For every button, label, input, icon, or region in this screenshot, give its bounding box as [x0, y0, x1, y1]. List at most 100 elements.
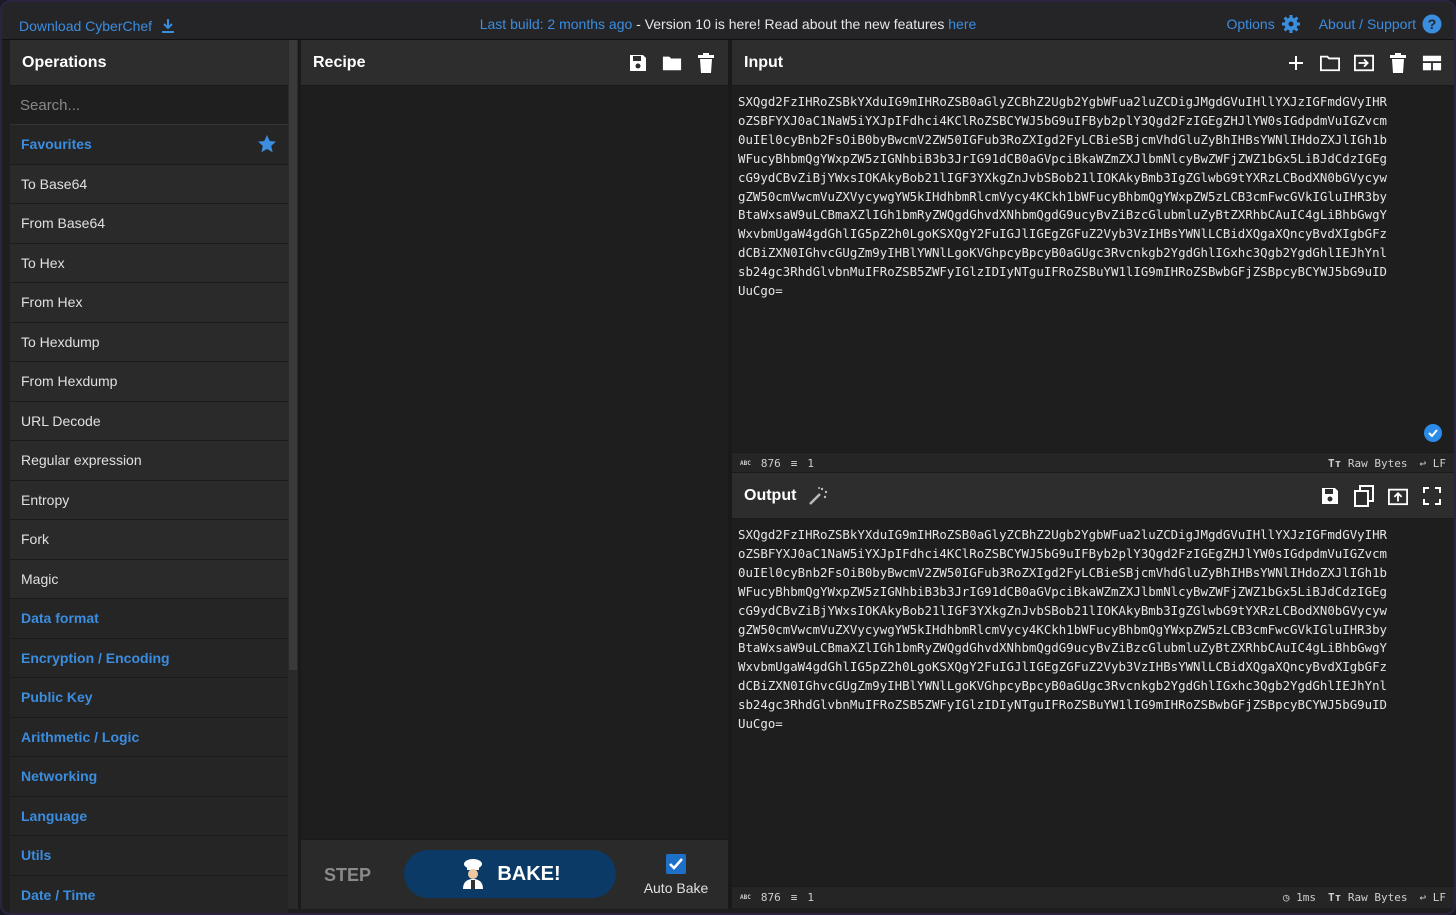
help-icon[interactable]: ? — [1422, 14, 1442, 34]
auto-bake-checkbox[interactable] — [666, 854, 686, 874]
input-eol[interactable]: LF — [1433, 457, 1446, 470]
svg-text:?: ? — [1428, 16, 1437, 32]
fullscreen-icon[interactable] — [1422, 486, 1442, 506]
operation-item[interactable]: Magic — [10, 559, 288, 599]
output-time: 1ms — [1296, 891, 1317, 904]
operation-item[interactable]: To Hex — [10, 243, 288, 283]
input-status-bar: ABC 876 ≡ 1 Tт Raw Bytes ↩ LF — [732, 452, 1454, 474]
features-link[interactable]: here — [948, 16, 976, 32]
text-line: sb24gc3RhdGlvbnMuIFRoZSB5ZWFyIGlzIDIyNTg… — [738, 264, 1388, 280]
encoding-selector[interactable]: Tт Raw Bytes — [1328, 891, 1407, 904]
category-item[interactable]: Encryption / Encoding — [10, 638, 288, 678]
item-label[interactable]: Regular expression — [21, 452, 142, 468]
output-title: Output — [744, 486, 797, 504]
item-label[interactable]: URL Decode — [21, 413, 101, 429]
about-label[interactable]: About / Support — [1319, 16, 1416, 32]
star-icon[interactable] — [257, 134, 277, 154]
bake-label[interactable]: BAKE! — [497, 863, 560, 886]
item-label[interactable]: From Hex — [21, 294, 82, 310]
scrollbar-thumb[interactable] — [289, 40, 297, 670]
search-box[interactable] — [10, 86, 288, 125]
eol-selector[interactable]: ↩ LF — [1420, 891, 1447, 904]
auto-bake-toggle[interactable]: Auto Bake — [641, 854, 711, 896]
options-button[interactable]: Options — [1226, 14, 1300, 34]
category-item[interactable]: Date / Time — [10, 875, 288, 913]
item-label[interactable]: Date / Time — [21, 887, 95, 903]
operation-item[interactable]: From Hex — [10, 283, 288, 323]
auto-bake-label: Auto Bake — [643, 880, 709, 896]
open-input-icon[interactable] — [1354, 53, 1374, 73]
operation-item[interactable]: To Hexdump — [10, 322, 288, 362]
return-icon: ↩ — [1419, 891, 1427, 904]
bake-button[interactable]: BAKE! — [404, 850, 616, 898]
operation-item[interactable]: Regular expression — [10, 441, 288, 481]
item-label[interactable]: Data format — [21, 610, 99, 626]
operation-item[interactable]: From Base64 — [10, 204, 288, 244]
text-line: gZW50cmVwcmVuZXVycywgYW5kIHdhbmRlcmVycy4… — [738, 188, 1388, 204]
length-icon: ABC — [740, 894, 751, 901]
item-label[interactable]: Magic — [21, 571, 58, 587]
operation-item[interactable]: Fork — [10, 520, 288, 560]
save-icon[interactable] — [628, 53, 648, 73]
step-button[interactable]: STEP — [324, 865, 371, 886]
save-icon[interactable] — [1320, 486, 1340, 506]
operation-item[interactable]: To Base64 — [10, 164, 288, 204]
text-line: 0uIEl0cyBnb2FsOiB0byBwcmV2ZW50IGFub3RoZX… — [738, 564, 1388, 580]
category-item[interactable]: Data format — [10, 599, 288, 639]
text-line: UuCgo= — [738, 716, 783, 732]
operation-item[interactable]: Entropy — [10, 480, 288, 520]
operation-item[interactable]: URL Decode — [10, 401, 288, 441]
text-line: gZW50cmVwcmVuZXVycywgYW5kIHdhbmRlcmVycy4… — [738, 621, 1388, 637]
output-textarea[interactable]: SXQgd2FzIHRoZSBkYXduIG9mIHRoZSB0aGlyZCBh… — [732, 519, 1454, 734]
category-item[interactable]: Networking — [10, 757, 288, 797]
layout-icon[interactable] — [1422, 53, 1442, 73]
output-encoding[interactable]: Raw Bytes — [1348, 891, 1408, 904]
replace-input-icon[interactable] — [1388, 486, 1408, 506]
item-label[interactable]: To Base64 — [21, 176, 87, 192]
encoding-selector[interactable]: Tт Raw Bytes — [1328, 457, 1407, 470]
category-item[interactable]: Public Key — [10, 678, 288, 718]
category-item[interactable]: Language — [10, 796, 288, 836]
about-button[interactable]: About / Support ? — [1319, 14, 1442, 34]
plus-icon[interactable] — [1286, 53, 1306, 73]
eol-selector[interactable]: ↩ LF — [1420, 457, 1447, 470]
last-build-link[interactable]: Last build: 2 months ago — [480, 16, 633, 32]
options-label[interactable]: Options — [1226, 16, 1274, 32]
output-eol[interactable]: LF — [1433, 891, 1446, 904]
search-input[interactable] — [20, 96, 278, 114]
input-textarea[interactable]: SXQgd2FzIHRoZSBkYXduIG9mIHRoZSB0aGlyZCBh… — [732, 86, 1454, 301]
item-label[interactable]: Fork — [21, 531, 49, 547]
item-label[interactable]: Entropy — [21, 492, 69, 508]
magic-wand-icon[interactable] — [808, 486, 828, 506]
category-item[interactable]: Arithmetic / Logic — [10, 717, 288, 757]
copy-icon[interactable] — [1354, 484, 1374, 507]
item-label[interactable]: Arithmetic / Logic — [21, 729, 139, 745]
item-label[interactable]: Networking — [21, 768, 97, 784]
input-encoding[interactable]: Raw Bytes — [1348, 457, 1408, 470]
output-lines: 1 — [807, 891, 814, 904]
item-label[interactable]: Utils — [21, 847, 51, 863]
category-item[interactable]: Favourites — [10, 125, 288, 165]
chef-icon — [459, 858, 487, 890]
text-line: oZSBFYXJ0aC1NaW5iYXJpIFdhci4KClRoZSBCYWJ… — [738, 545, 1388, 561]
operations-scrollbar[interactable] — [288, 40, 298, 909]
item-label[interactable]: To Hexdump — [21, 334, 100, 350]
trash-icon[interactable] — [1388, 52, 1408, 73]
version-notice: - Version 10 is here! Read about the new… — [632, 16, 949, 32]
item-label[interactable]: Favourites — [21, 136, 92, 152]
item-label[interactable]: To Hex — [21, 255, 65, 271]
operation-item[interactable]: From Hexdump — [10, 362, 288, 402]
folder-icon[interactable] — [662, 53, 682, 73]
category-item[interactable]: Utils — [10, 836, 288, 876]
item-label[interactable]: Language — [21, 808, 87, 824]
item-label[interactable]: Encryption / Encoding — [21, 650, 170, 666]
check-icon — [1424, 424, 1442, 442]
open-folder-icon[interactable] — [1320, 53, 1340, 73]
item-label[interactable]: From Base64 — [21, 215, 105, 231]
trash-icon[interactable] — [696, 52, 716, 73]
item-label[interactable]: Public Key — [21, 689, 93, 705]
gear-icon[interactable] — [1281, 14, 1301, 34]
item-label[interactable]: From Hexdump — [21, 373, 117, 389]
recipe-title: Recipe — [313, 53, 366, 71]
text-line: dCBiZXN0IGhvcGUgZm9yIHBlYWNlLgoKVGhpcyBp… — [738, 678, 1388, 694]
